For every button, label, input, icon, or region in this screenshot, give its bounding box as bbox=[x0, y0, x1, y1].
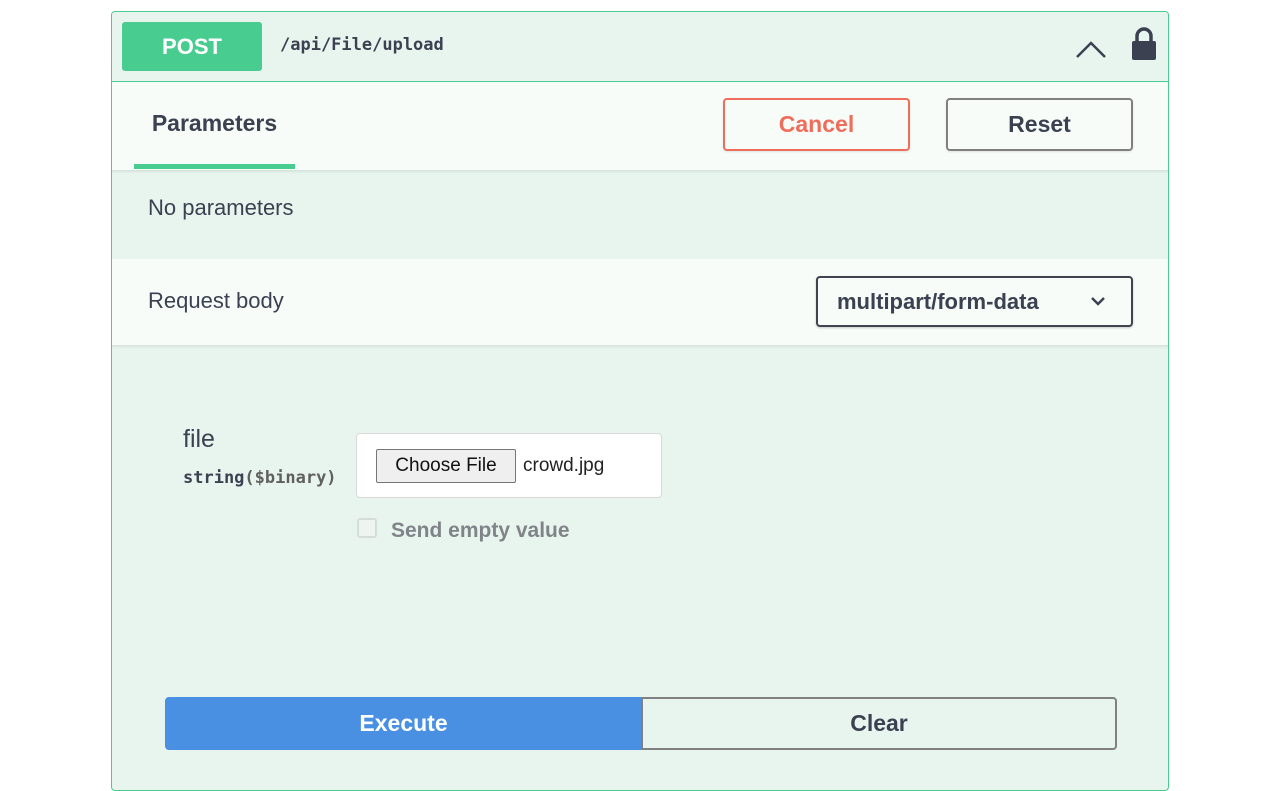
body-param-type-name: string bbox=[183, 468, 245, 488]
file-input[interactable]: Choose File crowd.jpg bbox=[356, 433, 662, 498]
operation-summary[interactable]: POST /api/File/upload bbox=[112, 12, 1168, 82]
reset-button[interactable]: Reset bbox=[946, 98, 1133, 151]
operation-block: POST /api/File/upload Parameters Cancel … bbox=[111, 11, 1169, 791]
send-empty-value-label: Send empty value bbox=[391, 519, 570, 542]
content-type-select[interactable]: multipart/form-data bbox=[816, 276, 1133, 327]
choose-file-button[interactable]: Choose File bbox=[376, 449, 516, 483]
body-param-name: file bbox=[183, 425, 215, 453]
endpoint-path: /api/File/upload bbox=[280, 35, 444, 55]
no-parameters-text: No parameters bbox=[148, 195, 294, 220]
chevron-up-icon[interactable] bbox=[1074, 34, 1108, 64]
http-method-badge: POST bbox=[122, 22, 262, 71]
tab-parameters[interactable]: Parameters bbox=[134, 82, 295, 169]
parameters-section-header: Parameters Cancel Reset bbox=[112, 82, 1168, 171]
request-body-header: Request body multipart/form-data bbox=[112, 259, 1168, 346]
execute-button[interactable]: Execute bbox=[165, 697, 642, 750]
content-type-value: multipart/form-data bbox=[837, 289, 1039, 314]
lock-icon[interactable] bbox=[1130, 26, 1158, 62]
send-empty-value-checkbox[interactable] bbox=[357, 518, 377, 538]
body-param-format: ($binary) bbox=[244, 468, 337, 488]
body-param-type: string($binary) bbox=[183, 468, 337, 488]
cancel-button[interactable]: Cancel bbox=[723, 98, 910, 151]
clear-button[interactable]: Clear bbox=[641, 697, 1117, 750]
selected-file-name: crowd.jpg bbox=[523, 455, 605, 476]
chevron-down-icon bbox=[1091, 297, 1105, 306]
request-body-label: Request body bbox=[148, 288, 284, 313]
execute-button-group: Execute Clear bbox=[165, 697, 1117, 750]
